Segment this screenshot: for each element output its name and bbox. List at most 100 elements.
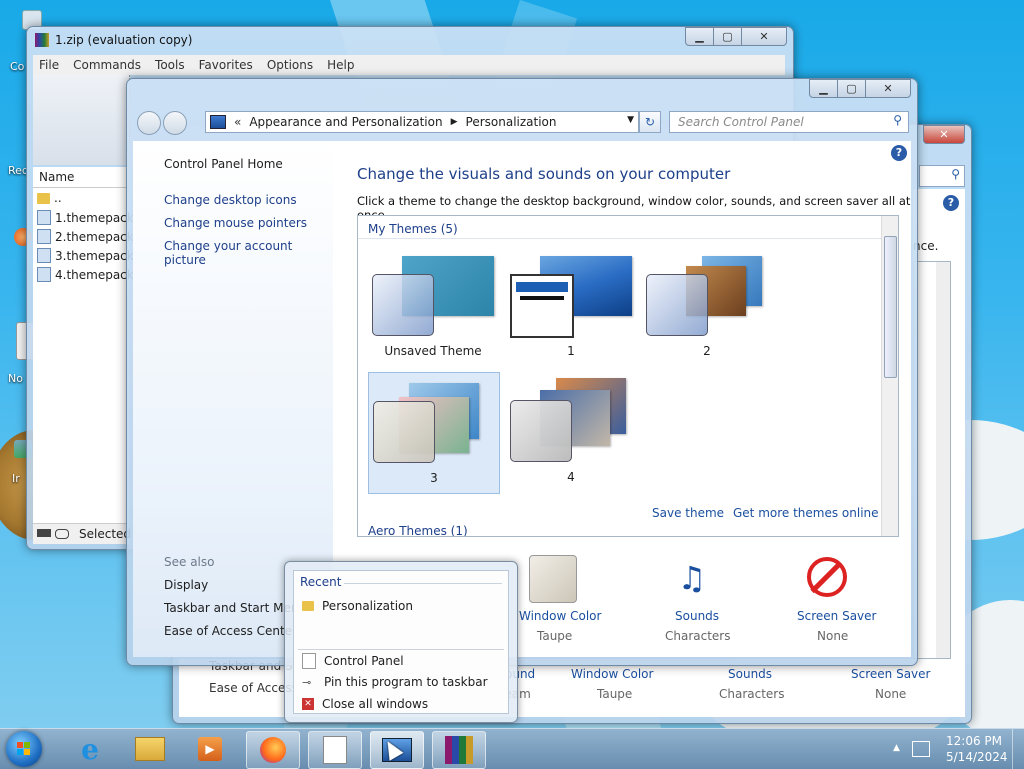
list-item[interactable]: 3.themepack [37, 248, 134, 263]
notepad-icon [323, 736, 347, 764]
divider [298, 649, 504, 650]
show-hidden-icons-icon[interactable]: ▲ [893, 743, 900, 753]
task-label: Control Panel [324, 654, 404, 668]
menu-favorites[interactable]: Favorites [199, 58, 253, 72]
window-color-link[interactable]: Window Color [519, 609, 601, 623]
folder-icon [135, 737, 165, 761]
media-player-taskbar-button[interactable]: ▶ [184, 731, 236, 767]
close-button[interactable]: ✕ [923, 125, 965, 144]
search-box[interactable]: ⚲ [919, 165, 965, 187]
screen-saver-link[interactable]: Screen Saver [797, 609, 876, 623]
menu-tools[interactable]: Tools [155, 58, 185, 72]
menu-options[interactable]: Options [267, 58, 313, 72]
theme-unsaved[interactable]: Unsaved Theme [368, 246, 498, 366]
firefox-taskbar-button[interactable] [246, 731, 300, 769]
theme-4[interactable]: 4 [506, 372, 636, 492]
ease-of-access-link[interactable]: Ease of Access Center [164, 624, 297, 638]
window-title: 1.zip (evaluation copy) [55, 33, 193, 47]
file-name: 4.themepack [55, 267, 134, 282]
screen-saver-icon[interactable] [807, 557, 847, 597]
file-explorer-taskbar-button[interactable] [124, 731, 176, 767]
dropdown-arrow-icon[interactable]: ▼ [627, 115, 634, 125]
display-link[interactable]: Display [164, 578, 208, 592]
change-mouse-pointers-link[interactable]: Change mouse pointers [164, 216, 307, 230]
minimize-button[interactable]: ▁ [685, 27, 714, 46]
search-input[interactable]: Search Control Panel ⚲ [669, 111, 909, 133]
file-list[interactable]: Name .. 1.themepack 2.themepack 3.themep… [33, 167, 134, 527]
scrollbar-thumb[interactable] [884, 236, 897, 378]
window-color-swatch [510, 274, 574, 338]
theme-list [913, 261, 951, 659]
recent-heading: Recent [300, 575, 342, 589]
sounds-link[interactable]: Sounds [675, 609, 719, 623]
window-color-swatch [646, 274, 708, 336]
toolbar [33, 75, 130, 165]
network-icon[interactable] [912, 741, 930, 757]
list-item[interactable]: 1.themepack [37, 210, 134, 225]
column-header[interactable]: Name [33, 167, 129, 188]
navigation-bar: « Appearance and Personalization ▶ Perso… [135, 111, 909, 135]
close-all-windows-item[interactable]: ✕ Close all windows [302, 697, 428, 711]
internet-explorer-taskbar-button[interactable]: e [64, 731, 116, 767]
menu-items: File Commands Tools Favorites Options He… [39, 58, 354, 72]
sounds-link[interactable]: Sounds [728, 667, 772, 681]
close-button[interactable]: ✕ [741, 27, 787, 46]
list-item[interactable]: 4.themepack [37, 267, 134, 282]
show-desktop-button[interactable] [1012, 729, 1024, 769]
search-icon[interactable]: ⚲ [893, 113, 902, 127]
screen-saver-link[interactable]: Screen Saver [851, 667, 930, 681]
control-panel-item[interactable]: Control Panel [302, 653, 404, 669]
main-pane: ? nce. [913, 189, 965, 659]
clock-time[interactable]: 12:06 PM [946, 734, 1002, 748]
clock-date[interactable]: 5/14/2024 [946, 750, 1008, 764]
window-color-swatch [372, 274, 434, 336]
winrar-taskbar-button[interactable] [432, 731, 486, 769]
start-button[interactable] [6, 731, 42, 767]
scrollbar[interactable] [881, 216, 898, 536]
forward-button[interactable] [163, 111, 187, 135]
sounds-icon[interactable]: ♫ [667, 555, 717, 601]
minimize-button[interactable]: ▁ [809, 79, 838, 98]
screen-saver-value: None [875, 687, 907, 701]
sounds-value: Characters [719, 687, 785, 701]
list-item[interactable]: 2.themepack [37, 229, 134, 244]
breadcrumb-personalization[interactable]: Personalization [466, 115, 557, 129]
themepack-icon [37, 229, 51, 244]
list-item[interactable]: .. [37, 191, 62, 205]
change-desktop-icons-link[interactable]: Change desktop icons [164, 193, 297, 207]
maximize-button[interactable]: ▢ [837, 79, 866, 98]
address-bar[interactable]: « Appearance and Personalization ▶ Perso… [205, 111, 639, 133]
winrar-icon [445, 736, 473, 764]
get-more-themes-link[interactable]: Get more themes online [733, 506, 879, 520]
menu-commands[interactable]: Commands [73, 58, 141, 72]
change-account-picture-link[interactable]: Change your account picture [164, 239, 333, 267]
pin-to-taskbar-item[interactable]: ⊸ Pin this program to taskbar [302, 675, 488, 689]
breadcrumb-appearance[interactable]: Appearance and Personalization [249, 115, 442, 129]
theme-2[interactable]: 2 [642, 246, 772, 366]
status-bar: Selected [33, 523, 131, 544]
personalization-window[interactable]: ▁ ▢ ✕ « Appearance and Personalization ▶… [126, 78, 918, 666]
help-icon[interactable]: ? [943, 195, 959, 211]
refresh-icon[interactable]: ↻ [639, 111, 661, 133]
theme-label: 1 [567, 344, 575, 358]
control-panel-home-link[interactable]: Control Panel Home [164, 157, 283, 171]
save-theme-link[interactable]: Save theme [652, 506, 724, 520]
window-color-swatch[interactable] [529, 555, 577, 603]
theme-1[interactable]: 1 [506, 246, 636, 366]
window-controls: ✕ [923, 125, 965, 144]
scrollbar[interactable] [936, 262, 950, 658]
help-icon[interactable]: ? [891, 145, 907, 161]
theme-label: 3 [430, 471, 438, 485]
theme-label: 2 [703, 344, 711, 358]
window-color-link[interactable]: Window Color [571, 667, 653, 681]
menu-file[interactable]: File [39, 58, 59, 72]
theme-3[interactable]: 3 [368, 372, 500, 494]
close-button[interactable]: ✕ [865, 79, 911, 98]
folder-icon [37, 192, 50, 204]
back-button[interactable] [137, 111, 161, 135]
breadcrumb-arrow-icon[interactable]: ▶ [451, 117, 458, 127]
menu-help[interactable]: Help [327, 58, 354, 72]
maximize-button[interactable]: ▢ [713, 27, 742, 46]
notepad-taskbar-button[interactable] [308, 731, 362, 769]
jump-list-item[interactable]: Personalization [302, 599, 413, 613]
